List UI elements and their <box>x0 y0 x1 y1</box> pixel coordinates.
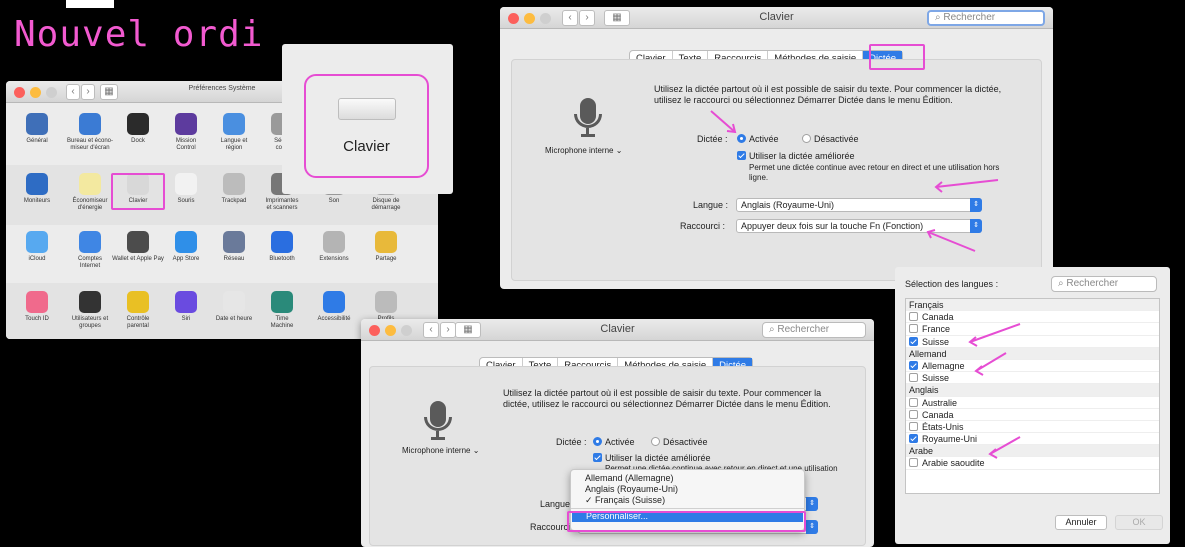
arrow-suisse <box>969 323 1021 343</box>
arrow-raccourci <box>927 231 976 252</box>
arrow-enhanced <box>935 179 999 188</box>
arrow-activee <box>710 110 736 133</box>
annotation-arrows <box>710 110 1021 459</box>
